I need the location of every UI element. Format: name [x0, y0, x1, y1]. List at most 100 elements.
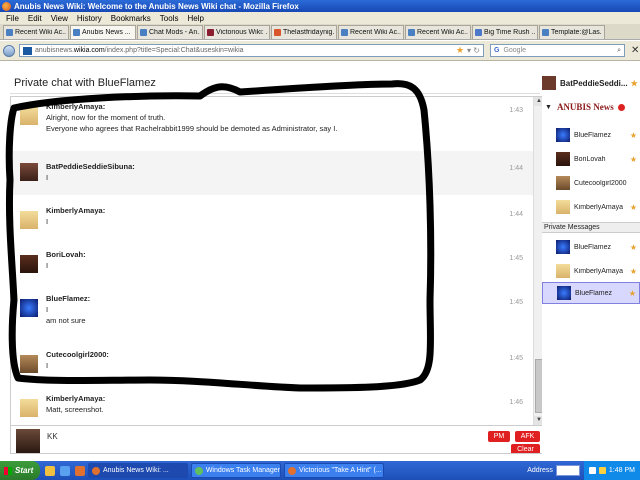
- close-tab-icon[interactable]: ✕: [631, 45, 639, 56]
- clock: 1:48 PM: [608, 467, 635, 474]
- chat-message: BatPeddieSeddieSibuna: I 1:44: [11, 151, 533, 195]
- quick-launch-icon[interactable]: [60, 465, 70, 476]
- caret-down-icon[interactable]: ▼: [545, 104, 552, 111]
- message-text: I: [46, 173, 49, 182]
- tab-anubis-news[interactable]: Anubis News ...: [70, 25, 136, 39]
- pm-button[interactable]: PM: [488, 431, 510, 442]
- avatar: [556, 200, 570, 214]
- menu-help[interactable]: Help: [187, 14, 203, 23]
- avatar: [20, 399, 38, 417]
- message-time: 1:45: [509, 299, 523, 306]
- message-user: KimberlyAmaya:: [46, 394, 106, 403]
- start-button[interactable]: Start: [0, 461, 40, 480]
- menu-tools[interactable]: Tools: [160, 14, 179, 23]
- chat-message: KimberlyAmaya: Matt, screenshot. 1:46: [11, 393, 533, 425]
- message-text: I: [46, 261, 49, 270]
- bookmark-star-icon[interactable]: ★: [456, 45, 464, 56]
- star-icon: ★: [629, 130, 637, 140]
- message-input[interactable]: KK: [45, 430, 485, 450]
- network-icon[interactable]: [598, 467, 606, 474]
- message-time: 1:45: [509, 255, 523, 262]
- avatar: [556, 240, 570, 254]
- tab-big-time-rush[interactable]: Big Time Rush ...: [472, 25, 538, 39]
- private-messages-heading: Private Messages: [542, 222, 640, 233]
- avatar: [20, 255, 38, 273]
- tab-victorious-wiki[interactable]: Victorious Wiki: ...: [204, 25, 270, 39]
- wiki-icon: [475, 29, 482, 36]
- message-text: Everyone who agrees that Rachelrabbit199…: [46, 124, 338, 133]
- search-icon[interactable]: ⌕: [617, 47, 621, 55]
- wiki-icon: [341, 29, 348, 36]
- pm-item-blueflamez-active[interactable]: BlueFlamez ★: [542, 282, 640, 304]
- tab-recent-wiki-1[interactable]: Recent Wiki Ac...: [3, 25, 69, 39]
- message-list: KimberlyAmaya: Alright, now for the mome…: [11, 97, 533, 425]
- refresh-icon[interactable]: ▾ ↻: [467, 46, 480, 55]
- volume-icon[interactable]: [588, 467, 596, 474]
- afk-button[interactable]: AFK: [515, 431, 540, 442]
- message-text: am not sure: [46, 316, 86, 325]
- private-chat-header: Private chat with BlueFlamez: [10, 72, 540, 94]
- tab-bar: Recent Wiki Ac... Anubis News ... Chat M…: [0, 24, 640, 40]
- wiki-icon: [274, 29, 281, 36]
- address-input[interactable]: [555, 465, 580, 476]
- tab-recent-wiki-2[interactable]: Recent Wiki Ac...: [338, 25, 404, 39]
- avatar: [542, 76, 556, 90]
- wiki-logo[interactable]: ▼ ANUBIS News: [542, 98, 640, 116]
- chat-page: Private chat with BlueFlamez BatPeddieSe…: [0, 62, 640, 458]
- wiki-icon: [140, 29, 147, 36]
- menu-view[interactable]: View: [51, 14, 68, 23]
- avatar: [556, 176, 570, 190]
- firefox-icon: [92, 466, 100, 475]
- user-item-borilovah[interactable]: BoriLovah ★: [542, 148, 640, 170]
- menu-history[interactable]: History: [77, 14, 102, 23]
- anubis-news-logo: ANUBIS News: [556, 102, 614, 112]
- message-composer: KK PM AFK Clear: [11, 425, 542, 453]
- user-item-blueflamez[interactable]: BlueFlamez ★: [542, 124, 640, 146]
- tab-chat-mods[interactable]: Chat Mods - An...: [137, 25, 203, 39]
- pm-item-kimberlyamaya[interactable]: KimberlyAmaya ★: [542, 260, 640, 282]
- menu-bookmarks[interactable]: Bookmarks: [111, 14, 151, 23]
- message-time: 1:44: [509, 211, 523, 218]
- message-time: 1:46: [509, 399, 523, 406]
- message-text: Matt, screenshot.: [46, 405, 104, 414]
- menu-file[interactable]: File: [6, 14, 19, 23]
- firefox-icon: [288, 466, 296, 475]
- windows-taskbar: Start Anubis News Wiki: ... Windows Task…: [0, 461, 640, 480]
- task-firefox[interactable]: Anubis News Wiki: ...: [88, 463, 188, 478]
- tab-thelastfriday[interactable]: Thelastfridaynig...: [271, 25, 337, 39]
- navigation-bar: anubisnews. wikia.com /index.php?title=S…: [0, 41, 640, 61]
- back-button[interactable]: [3, 44, 15, 57]
- header-user-name: BatPeddieSeddi...: [560, 78, 628, 88]
- quick-launch-icon[interactable]: [45, 465, 55, 476]
- pm-item-blueflamez[interactable]: BlueFlamez ★: [542, 236, 640, 258]
- window-title: Anubis News Wiki: Welcome to the Anubis …: [14, 1, 299, 11]
- wiki-icon: [6, 29, 13, 36]
- avatar: [20, 299, 38, 317]
- url-bar[interactable]: anubisnews. wikia.com /index.php?title=S…: [19, 44, 484, 57]
- chat-message: KimberlyAmaya: Alright, now for the mome…: [11, 101, 533, 145]
- quick-launch-icon[interactable]: [75, 465, 85, 476]
- task-task-manager[interactable]: Windows Task Manager: [191, 463, 281, 478]
- url-prefix: anubisnews.: [35, 47, 74, 54]
- user-item-cutecoolgirl[interactable]: Cutecoolgirl2000: [542, 172, 640, 194]
- tab-template[interactable]: Template:@Las...: [539, 25, 605, 39]
- avatar: [557, 286, 571, 300]
- tab-recent-wiki-3[interactable]: Recent Wiki Ac...: [405, 25, 471, 39]
- menu-edit[interactable]: Edit: [28, 14, 42, 23]
- clear-button[interactable]: Clear: [511, 444, 540, 453]
- task-manager-icon: [195, 466, 203, 475]
- system-tray: 1:48 PM: [583, 461, 640, 480]
- message-text: I: [46, 305, 49, 314]
- search-bar[interactable]: G Google ⌕: [490, 44, 625, 57]
- chat-box: KimberlyAmaya: Alright, now for the mome…: [10, 96, 543, 454]
- search-placeholder: Google: [503, 47, 527, 54]
- task-victorious[interactable]: Victorious "Take A Hint" (...: [284, 463, 384, 478]
- message-time: 1:45: [509, 355, 523, 362]
- message-text: Alright, now for the moment of truth.: [46, 113, 166, 122]
- menu-bar: File Edit View History Bookmarks Tools H…: [0, 12, 640, 24]
- site-favicon: [23, 46, 32, 55]
- user-item-kimberlyamaya[interactable]: KimberlyAmaya ★: [542, 196, 640, 218]
- message-user: BatPeddieSeddieSibuna:: [46, 162, 135, 171]
- url-domain: wikia.com: [73, 47, 105, 54]
- header-user[interactable]: BatPeddieSeddi... ★: [542, 72, 640, 94]
